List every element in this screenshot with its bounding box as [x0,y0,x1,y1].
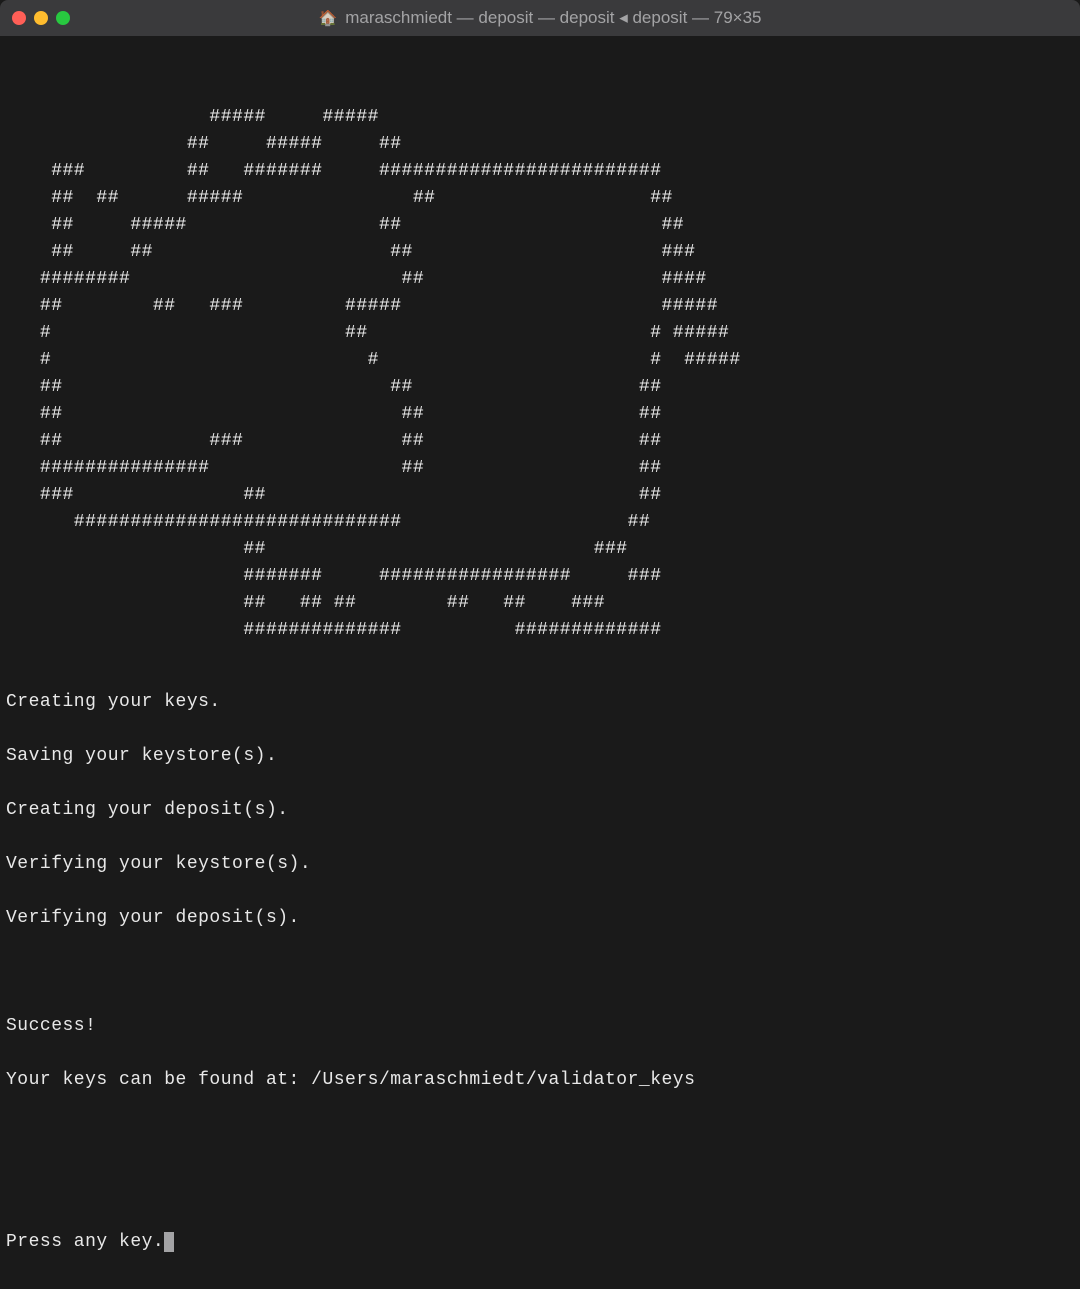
location-line: Your keys can be found at: /Users/marasc… [6,1067,1074,1094]
window-controls [12,11,70,25]
blank-line [6,959,1074,986]
blank-line [6,1175,1074,1202]
window-title-wrap: 🏠 maraschmiedt — deposit — deposit ◂ dep… [12,8,1068,28]
window-title: maraschmiedt — deposit — deposit ◂ depos… [345,8,761,28]
close-button[interactable] [12,11,26,25]
window-titlebar: 🏠 maraschmiedt — deposit — deposit ◂ dep… [0,0,1080,36]
blank-line [6,1121,1074,1148]
minimize-button[interactable] [34,11,48,25]
status-line: Verifying your deposit(s). [6,905,1074,932]
terminal-output[interactable]: ##### ##### ## ##### ## ### ## ####### #… [0,36,1080,1289]
ascii-art-banner: ##### ##### ## ##### ## ### ## ####### #… [6,77,1074,644]
status-line: Verifying your keystore(s). [6,851,1074,878]
status-line: Creating your keys. [6,689,1074,716]
cursor [164,1232,174,1252]
prompt-line: Press any key. [6,1229,1074,1256]
success-line: Success! [6,1013,1074,1040]
home-icon: 🏠 [319,9,338,27]
status-line: Saving your keystore(s). [6,743,1074,770]
maximize-button[interactable] [56,11,70,25]
status-line: Creating your deposit(s). [6,797,1074,824]
